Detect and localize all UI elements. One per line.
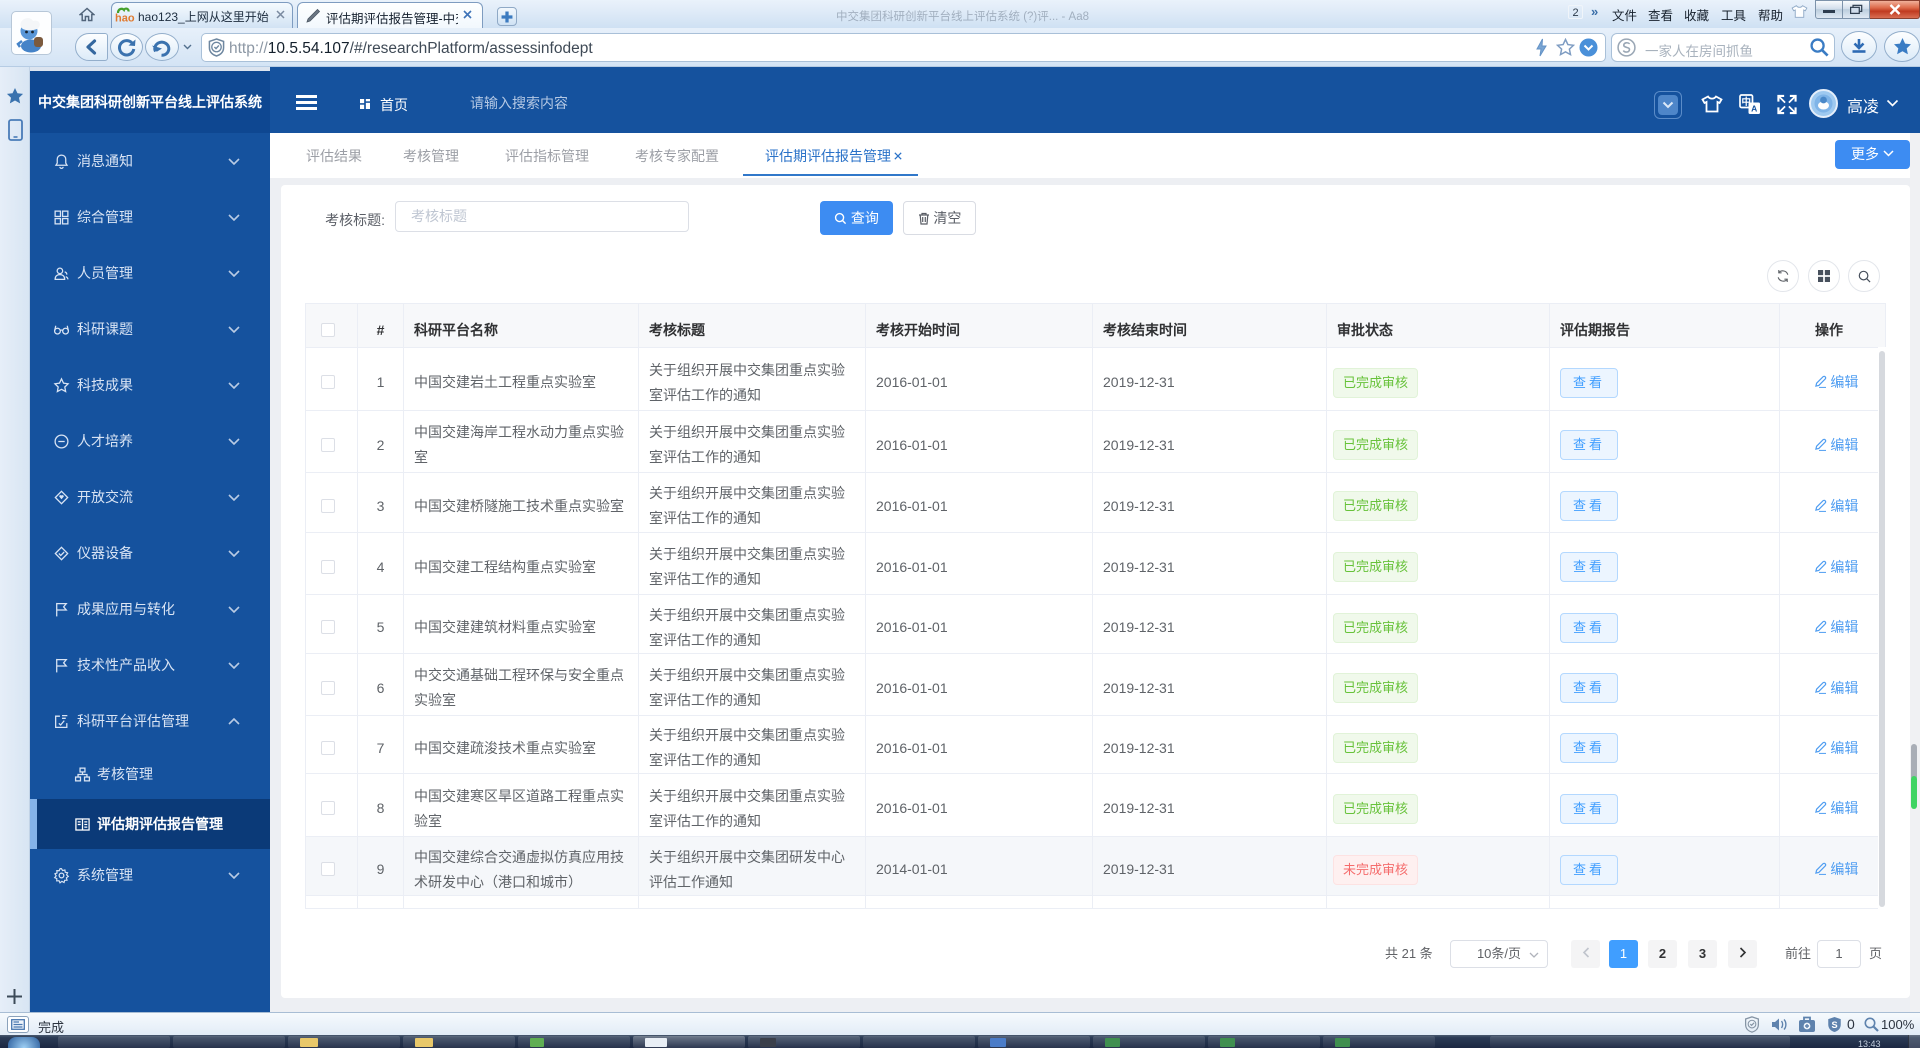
- svg-text:S: S: [1831, 1020, 1837, 1030]
- svg-text:A: A: [1751, 104, 1757, 114]
- svg-text:hao: hao: [115, 13, 135, 24]
